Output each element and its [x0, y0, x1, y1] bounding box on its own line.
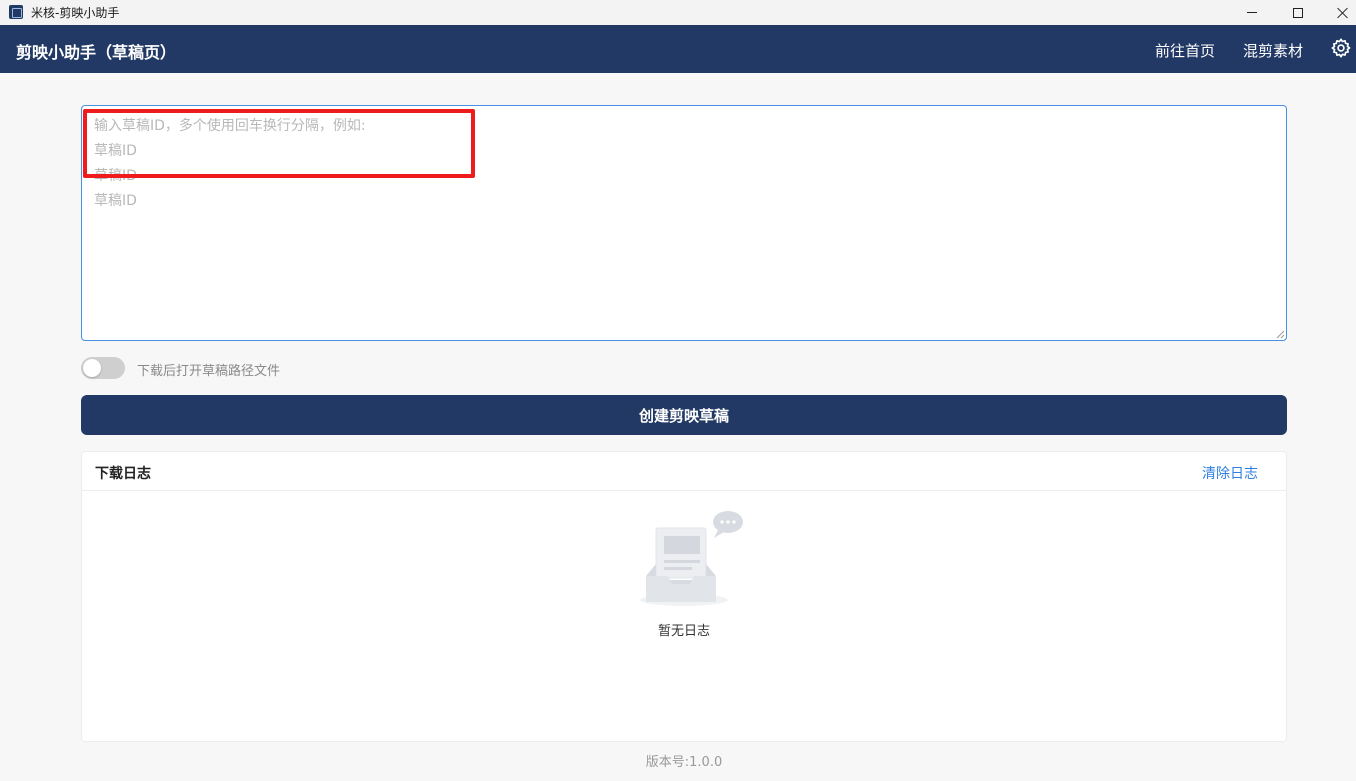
- maximize-icon: [1293, 7, 1303, 18]
- toggle-knob: [83, 359, 101, 377]
- open-path-toggle[interactable]: [81, 357, 125, 379]
- nav-mix-material-link[interactable]: 混剪素材: [1243, 40, 1303, 61]
- gear-icon[interactable]: [1330, 37, 1352, 59]
- window-titlebar: 米核-剪映小助手: [0, 0, 1356, 25]
- app-header: 剪映小助手（草稿页） 前往首页 混剪素材: [0, 25, 1356, 73]
- minimize-icon: [1247, 12, 1257, 13]
- version-text: 版本号:1.0.0: [645, 755, 723, 770]
- empty-log-text: 暂无日志: [657, 624, 710, 639]
- download-log-panel: 下载日志 清除日志 暂无日志: [81, 451, 1287, 742]
- clear-log-link[interactable]: 清除日志: [1202, 463, 1258, 483]
- create-draft-button[interactable]: 创建剪映草稿: [81, 395, 1287, 435]
- close-icon: [1337, 7, 1349, 19]
- empty-inbox-icon: [640, 511, 743, 606]
- page-title: 剪映小助手（草稿页）: [16, 43, 177, 62]
- log-title: 下载日志: [95, 466, 151, 482]
- draft-id-input[interactable]: [81, 105, 1287, 341]
- nav-home-link[interactable]: 前往首页: [1155, 40, 1215, 61]
- resize-grip-icon[interactable]: [1276, 330, 1285, 339]
- log-header: 下载日志 清除日志: [82, 452, 1286, 491]
- open-path-toggle-label: 下载后打开草稿路径文件: [137, 364, 281, 379]
- close-button[interactable]: [1320, 0, 1356, 25]
- window-title: 米核-剪映小助手: [31, 6, 120, 20]
- app-logo-icon: [9, 5, 23, 19]
- maximize-button[interactable]: [1275, 0, 1321, 25]
- minimize-button[interactable]: [1229, 0, 1275, 25]
